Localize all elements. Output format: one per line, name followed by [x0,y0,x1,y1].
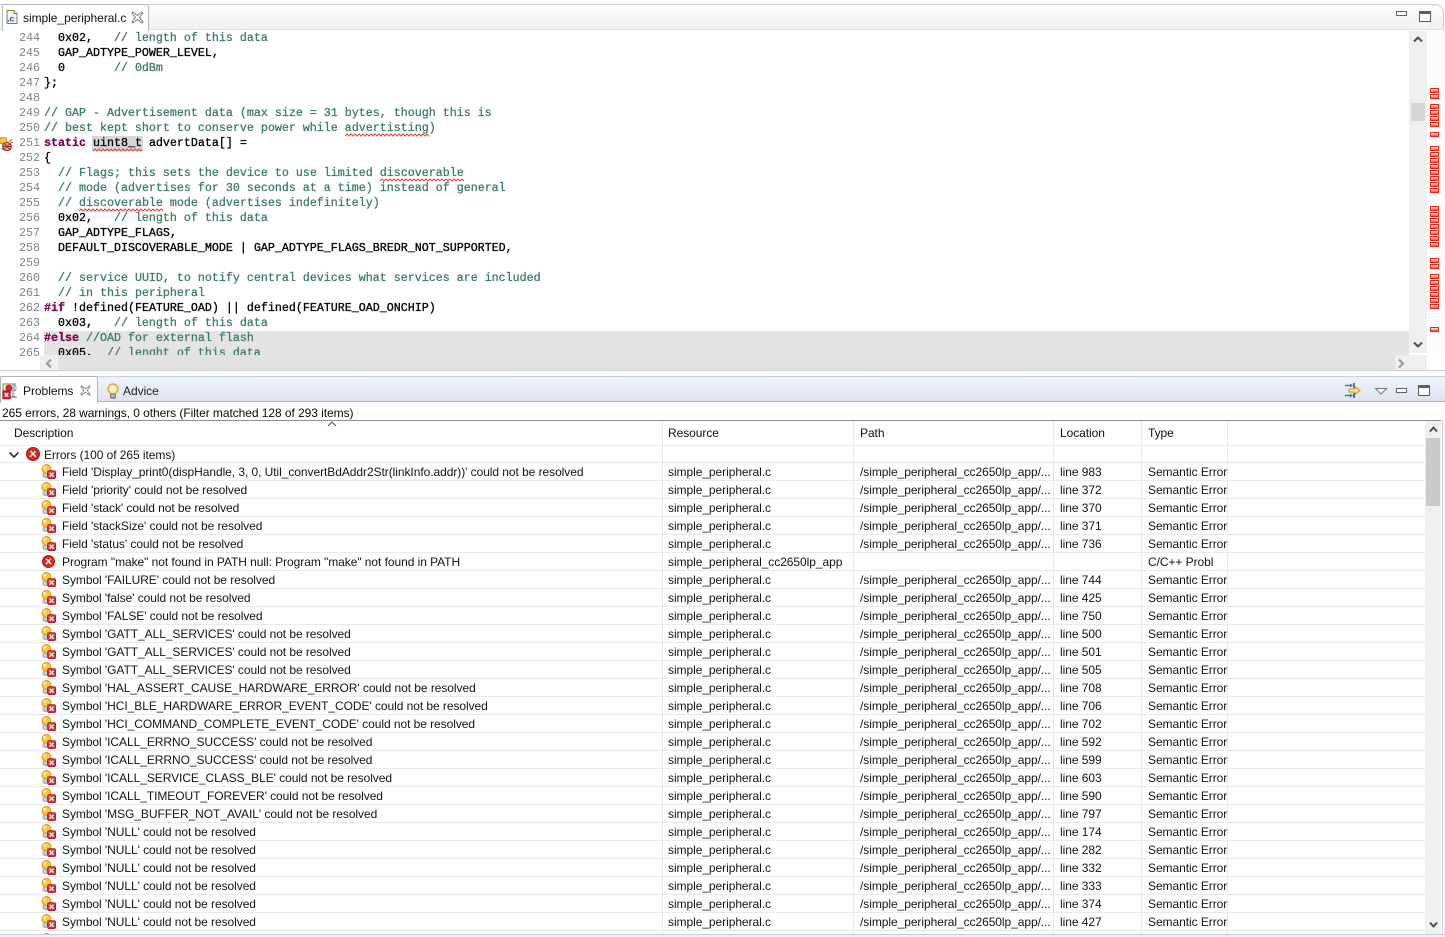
svg-text:.c: .c [7,14,14,24]
